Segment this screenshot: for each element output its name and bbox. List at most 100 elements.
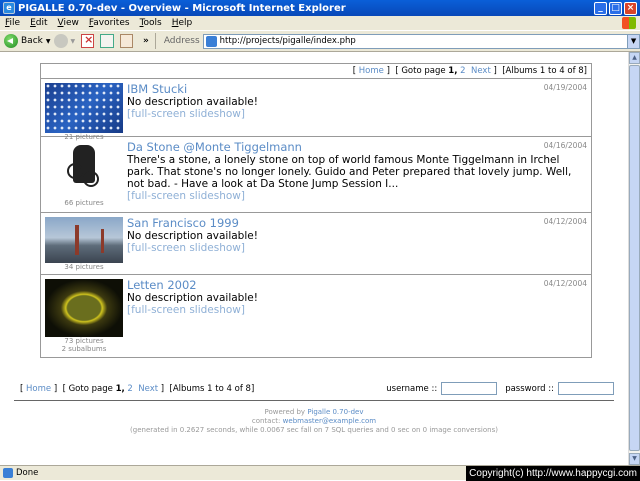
dropdown-arrow-icon[interactable]: ▼ (46, 38, 51, 45)
album-row: 21 pictures IBM Stucki No description av… (41, 79, 591, 141)
current-page: 1, (115, 383, 125, 394)
window-title: PIGALLE 0.70-dev - Overview - Microsoft … (18, 2, 346, 14)
album-row: 34 pictures San Francisco 1999 No descri… (41, 213, 591, 275)
wheel-shape (83, 171, 99, 187)
page-footer: Powered by Pigalle 0.70-dev contact: web… (0, 408, 628, 435)
album-row: 73 pictures 2 subalbums Letten 2002 No d… (41, 275, 591, 357)
page-2-link[interactable]: 2 (460, 66, 465, 76)
album-title-link[interactable]: Letten 2002 (127, 278, 587, 292)
pagination-bottom: [ Home ] [ Goto page 1, 2 Next ] [Albums… (14, 377, 614, 401)
page-2-link[interactable]: 2 (127, 384, 132, 394)
status-text: Done (16, 468, 39, 478)
forward-button[interactable]: ▼ (54, 34, 75, 48)
bracket: [ (20, 383, 24, 394)
picture-count: 34 pictures (64, 263, 104, 271)
album-thumbnail[interactable] (45, 141, 123, 199)
album-title-link[interactable]: San Francisco 1999 (127, 216, 587, 230)
status-bar: Done Copyright(c) http://www.happycgi.co… (0, 465, 640, 481)
album-title-link[interactable]: Da Stone @Monte Tiggelmann (127, 140, 587, 154)
home-link[interactable]: Home (359, 66, 384, 76)
app-icon: e (3, 2, 15, 14)
address-label: Address (163, 36, 200, 46)
forward-arrow-icon (54, 34, 69, 48)
home-icon[interactable] (119, 34, 134, 48)
album-info: Da Stone @Monte Tiggelmann There's a sto… (127, 137, 591, 204)
menu-file[interactable]: File (0, 18, 25, 28)
generation-stats: (generated in 0.2627 seconds, while 0.00… (130, 426, 498, 434)
slideshow-link[interactable]: [full-screen slideshow] (127, 108, 587, 120)
password-input[interactable] (558, 382, 614, 395)
scroll-thumb[interactable] (629, 65, 640, 451)
slideshow-link[interactable]: [full-screen slideshow] (127, 190, 587, 202)
pigalle-link[interactable]: Pigalle 0.70-dev (307, 408, 363, 416)
bridge-tower-shape (75, 225, 79, 255)
minimize-button[interactable]: _ (594, 1, 607, 15)
vertical-scrollbar[interactable]: ▲ ▼ (628, 52, 640, 465)
dropdown-arrow-icon[interactable]: ▼ (70, 38, 75, 45)
page-viewport: [ Home ] [ Goto page 1, 2 Next ] [Albums… (0, 52, 628, 465)
picture-count: 73 pictures (64, 337, 104, 345)
back-button[interactable]: Back ▼ (4, 34, 50, 48)
back-label: Back (21, 36, 43, 46)
album-range: [Albums 1 to 4 of 8] (169, 383, 255, 394)
next-link[interactable]: Next (471, 66, 491, 76)
album-thumbnail[interactable] (45, 279, 123, 337)
album-thumbnail[interactable] (45, 83, 123, 133)
windows-logo-icon (622, 17, 636, 29)
album-date: 04/12/2004 (543, 217, 587, 226)
address-dropdown-icon[interactable]: ▼ (627, 34, 640, 48)
album-date: 04/16/2004 (543, 141, 587, 150)
username-input[interactable] (441, 382, 498, 395)
bracket: ] (160, 383, 165, 394)
stop-icon[interactable] (81, 33, 95, 48)
window-titlebar: e PIGALLE 0.70-dev - Overview - Microsof… (0, 0, 640, 16)
album-info: San Francisco 1999 No description availa… (127, 213, 591, 256)
next-link[interactable]: Next (138, 384, 158, 394)
scroll-down-icon[interactable]: ▼ (629, 453, 640, 465)
album-thumb-col: 73 pictures 2 subalbums (45, 279, 123, 353)
scroll-up-icon[interactable]: ▲ (629, 52, 640, 64)
menu-view[interactable]: View (53, 18, 84, 28)
bridge-tower-shape (101, 229, 104, 253)
bracket: ] (493, 66, 497, 76)
toolbar-chevron-icon[interactable]: » (143, 36, 149, 46)
address-bar[interactable]: http://projects/pigalle/index.php ▼ (202, 33, 640, 49)
powered-by-label: Powered by (264, 408, 306, 416)
page-icon (205, 35, 217, 47)
copyright-watermark: Copyright(c) http://www.happycgi.com (466, 465, 640, 481)
album-title-link[interactable]: IBM Stucki (127, 82, 587, 96)
album-description: No description available! (127, 96, 258, 108)
contact-email-link[interactable]: webmaster@example.com (283, 417, 376, 425)
album-thumbnail[interactable] (45, 217, 123, 263)
menu-help[interactable]: Help (167, 18, 198, 28)
menu-bar: File Edit View Favorites Tools Help (0, 16, 640, 30)
password-label: password :: (505, 383, 554, 394)
bracket: [ (352, 66, 357, 76)
goto-page-label: [ Goto page (395, 66, 446, 76)
album-description: There's a stone, a lonely stone on top o… (127, 154, 572, 190)
pagination-top: [ Home ] [ Goto page 1, 2 Next ] [Albums… (41, 64, 591, 79)
album-row: 66 pictures Da Stone @Monte Tiggelmann T… (41, 137, 591, 213)
contact-label: contact: (251, 417, 281, 425)
maximize-button[interactable]: □ (609, 1, 622, 15)
back-arrow-icon (4, 34, 18, 48)
home-link[interactable]: Home (26, 384, 51, 394)
current-page: 1, (448, 66, 458, 76)
album-description: No description available! (127, 292, 258, 304)
album-description: No description available! (127, 230, 258, 242)
toolbar-separator (154, 33, 156, 49)
bracket: ] (53, 383, 58, 394)
page-done-icon (3, 468, 13, 478)
address-input[interactable]: http://projects/pigalle/index.php (220, 36, 627, 46)
goto-page-label: [ Goto page (62, 383, 113, 394)
login-form: username :: password :: (378, 382, 614, 395)
menu-edit[interactable]: Edit (25, 18, 52, 28)
menu-tools[interactable]: Tools (135, 18, 167, 28)
album-range: [Albums 1 to 4 of 8] (502, 66, 587, 76)
refresh-icon[interactable] (100, 34, 114, 48)
slideshow-link[interactable]: [full-screen slideshow] (127, 242, 587, 254)
slideshow-link[interactable]: [full-screen slideshow] (127, 304, 587, 316)
picture-count: 66 pictures (64, 199, 104, 207)
menu-favorites[interactable]: Favorites (84, 18, 135, 28)
close-button[interactable]: × (624, 1, 637, 15)
